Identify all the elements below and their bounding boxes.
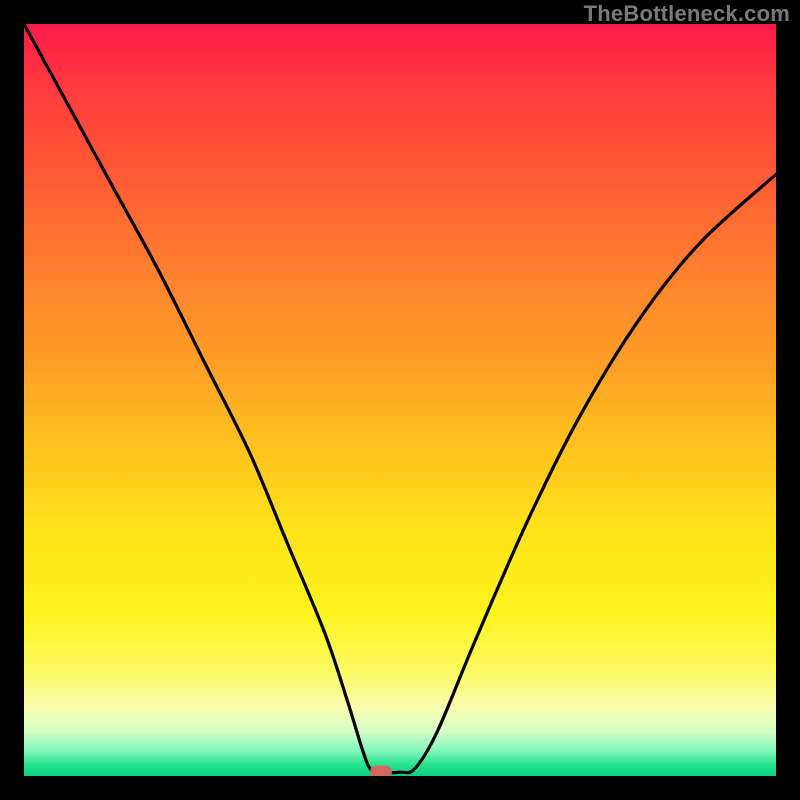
chart-container: TheBottleneck.com <box>0 0 800 800</box>
curve-path <box>24 24 776 773</box>
data-curve <box>24 24 776 776</box>
min-point-marker <box>370 766 392 776</box>
watermark-text: TheBottleneck.com <box>584 1 790 27</box>
plot-area <box>24 24 776 776</box>
